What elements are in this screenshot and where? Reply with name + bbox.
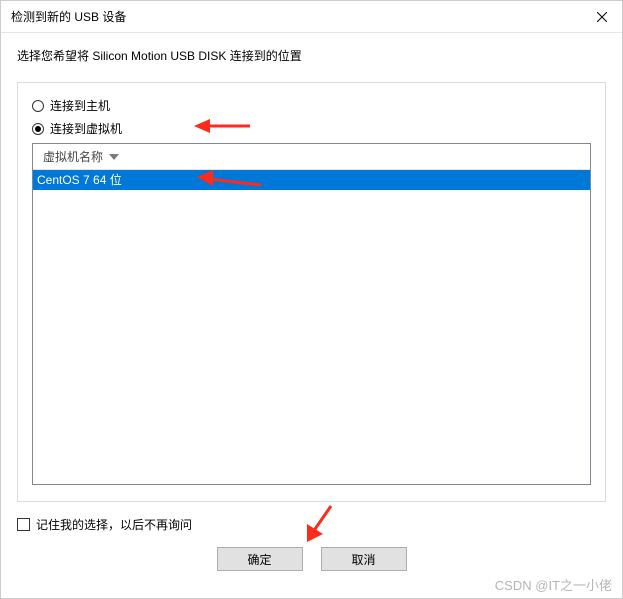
connection-target-group: 连接到主机 连接到虚拟机 虚拟机名称 <box>17 82 606 502</box>
vm-list-body: CentOS 7 64 位 <box>33 170 590 484</box>
radio-icon <box>32 100 44 112</box>
ok-button[interactable]: 确定 <box>217 547 303 571</box>
dialog-title: 检测到新的 USB 设备 <box>11 8 126 25</box>
button-row: 确定 取消 <box>17 547 606 585</box>
remember-choice-checkbox[interactable]: 记住我的选择，以后不再询问 <box>17 516 606 533</box>
vm-listbox[interactable]: 虚拟机名称 CentOS 7 64 位 <box>32 143 591 485</box>
cancel-button-label: 取消 <box>351 551 375 568</box>
close-button[interactable] <box>582 2 622 32</box>
checkbox-icon <box>17 518 30 531</box>
dialog-footer: 记住我的选择，以后不再询问 确定 取消 <box>1 516 622 585</box>
annotation-arrow-icon <box>192 116 252 136</box>
radio-host-label: 连接到主机 <box>50 97 110 114</box>
radio-connect-host[interactable]: 连接到主机 <box>32 97 591 114</box>
radio-vm-label: 连接到虚拟机 <box>50 120 122 137</box>
radio-connect-vm[interactable]: 连接到虚拟机 <box>32 120 591 137</box>
remember-label: 记住我的选择，以后不再询问 <box>36 516 192 533</box>
list-item-label: CentOS 7 64 位 <box>37 173 122 187</box>
cancel-button[interactable]: 取消 <box>321 547 407 571</box>
close-icon <box>597 12 607 22</box>
radio-icon <box>32 123 44 135</box>
sort-caret-icon <box>109 154 119 160</box>
vm-list-header[interactable]: 虚拟机名称 <box>33 144 590 170</box>
usb-device-dialog: 检测到新的 USB 设备 选择您希望将 Silicon Motion USB D… <box>0 0 623 599</box>
list-item[interactable]: CentOS 7 64 位 <box>33 170 590 190</box>
dialog-content: 选择您希望将 Silicon Motion USB DISK 连接到的位置 连接… <box>1 33 622 502</box>
ok-button-label: 确定 <box>247 551 271 568</box>
subtitle-text: 选择您希望将 Silicon Motion USB DISK 连接到的位置 <box>17 47 606 64</box>
vm-list-header-label: 虚拟机名称 <box>43 148 103 165</box>
titlebar: 检测到新的 USB 设备 <box>1 1 622 33</box>
